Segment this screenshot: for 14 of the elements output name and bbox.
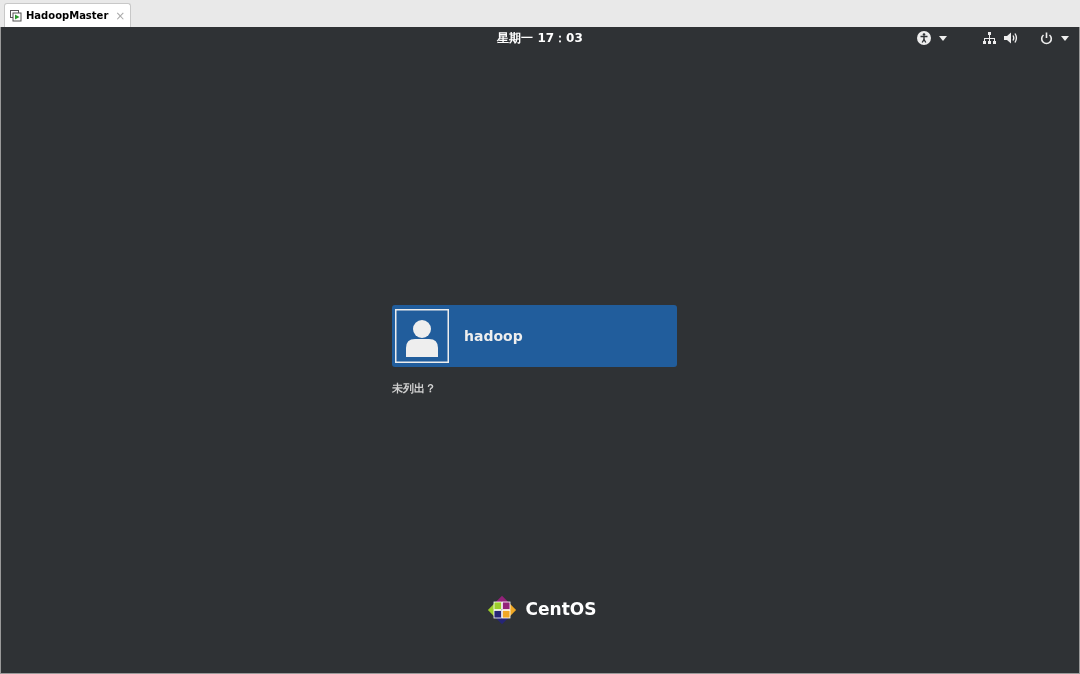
caret-icon[interactable] bbox=[939, 35, 947, 41]
not-listed-link[interactable]: 未列出？ bbox=[392, 381, 436, 398]
vm-tab[interactable]: HadoopMaster × bbox=[4, 3, 132, 27]
avatar-icon bbox=[395, 309, 449, 363]
caret-icon[interactable] bbox=[1061, 35, 1069, 41]
clock[interactable]: 星期一 17：03 bbox=[497, 29, 583, 47]
volume-icon[interactable] bbox=[1004, 32, 1018, 44]
power-icon[interactable] bbox=[1040, 31, 1053, 45]
user-item[interactable]: hadoop bbox=[392, 305, 677, 367]
tab-title: HadoopMaster bbox=[26, 9, 109, 23]
logo-text: CentOS bbox=[525, 597, 597, 621]
network-icon[interactable] bbox=[983, 31, 996, 45]
accessibility-icon[interactable] bbox=[917, 31, 931, 45]
vm-icon bbox=[10, 9, 22, 22]
